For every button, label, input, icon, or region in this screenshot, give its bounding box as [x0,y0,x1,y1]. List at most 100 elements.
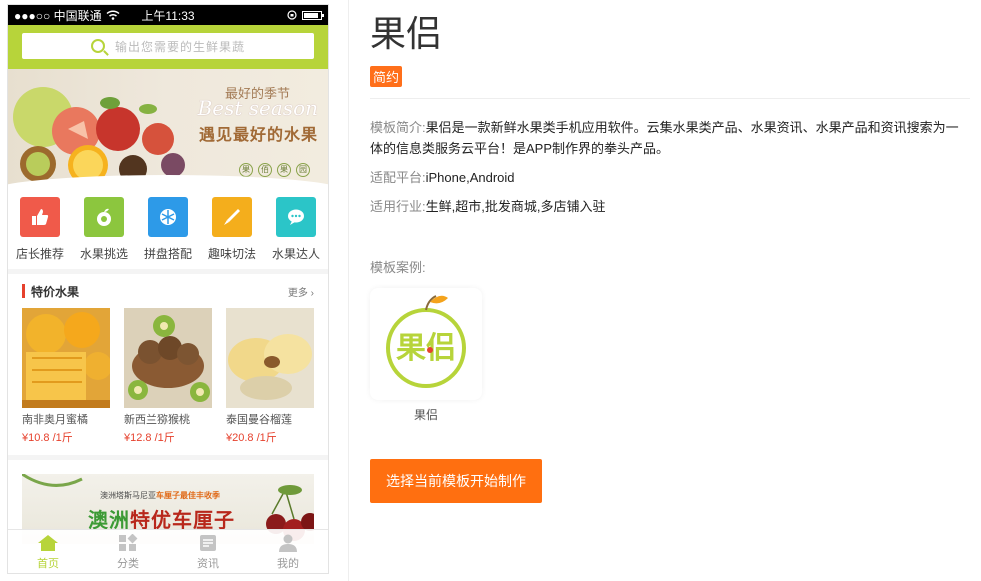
category-item[interactable]: 店长推荐 [10,197,70,269]
template-info: 模板简介:果侣是一款新鲜水果类手机应用软件。云集水果类产品、水果资讯、水果产品和… [370,117,970,217]
thumbs-up-icon [32,209,49,225]
product-card[interactable]: 泰国曼谷榴莲 ¥20.8 /1斤 [226,308,314,445]
section-title: 特价水果 [31,284,80,299]
product-name: 南非奥月蜜橘 [22,414,88,426]
tab-profile[interactable]: 我的 [248,530,328,573]
carrier-label: ●●●○○ 中国联通 [14,8,102,23]
home-icon [38,535,58,551]
product-name: 泰国曼谷榴莲 [226,414,292,426]
section-header: 特价水果 更多 › [8,274,328,308]
product-list: 南非奥月蜜橘 ¥10.8 /1斤 新西兰猕猴桃 ¥12.8 /1斤 泰国曼谷榴莲… [8,308,328,455]
product-card[interactable]: 南非奥月蜜橘 ¥10.8 /1斤 [22,308,110,445]
knife-icon [224,209,240,225]
tab-home[interactable]: 首页 [8,530,88,573]
rotation-lock-icon [287,10,297,20]
banner-slogan-english: Best season [197,96,318,120]
template-details: 果侣 简约 模板简介:果侣是一款新鲜水果类手机应用软件。云集水果类产品、水果资讯… [370,0,970,503]
category-label: 店长推荐 [15,247,64,261]
more-link-label: 更多 [287,287,308,299]
category-label: 水果达人 [271,247,320,261]
category-tile [212,197,252,237]
more-link[interactable]: 更多 › [288,284,314,299]
status-bar: ●●●○○ 中国联通 上午11:33 [8,5,328,25]
product-card[interactable]: 新西兰猕猴桃 ¥12.8 /1斤 [124,308,212,445]
promo-subtitle-text: 澳洲塔斯马尼亚 [100,491,156,500]
category-item[interactable]: 拼盘搭配 [138,197,198,269]
tab-label: 分类 [117,558,139,570]
use-template-button[interactable]: 选择当前模板开始制作 [370,459,542,503]
banner-badges: 果 佰 果 园 [239,163,310,177]
category-item[interactable]: 趣味切法 [202,197,262,269]
product-image [226,308,314,408]
bottom-tab-bar: 首页 分类 资讯 我的 [8,529,328,573]
durian-icon [228,334,312,400]
banner-slogan-main: 遇见最好的水果 [198,127,318,144]
search-placeholder: 输出您需要的生鲜果蔬 [114,39,245,54]
chevron-right-icon: › [310,287,314,299]
category-label: 水果挑选 [79,247,128,261]
user-icon [279,534,297,552]
industry-label: 适用行业: [370,199,426,214]
category-tile [84,197,124,237]
hero-banner[interactable]: 最好的季节 Best season 遇见最好的水果 果 佰 果 园 [8,69,328,187]
category-tile [148,197,188,237]
platform-value: iPhone,Android [425,170,515,185]
orange-icon [22,312,110,408]
tab-label: 首页 [37,558,59,570]
product-name: 新西兰猕猴桃 [124,414,190,426]
style-tag: 简约 [370,66,403,87]
category-nav: 店长推荐 水果挑选 拼盘搭配 趣味切法 水果达人 [8,187,328,269]
header-divider [370,98,970,99]
case-name: 果侣 [413,408,438,422]
tab-label: 资讯 [197,558,219,570]
tab-category[interactable]: 分类 [88,530,168,573]
special-offers-section: 特价水果 更多 › 南非奥月蜜橘 ¥10.8 /1斤 新西兰猕猴桃 ¥12.8 … [8,274,328,455]
promo-subtitle-highlight: 车厘子最佳丰收季 [156,491,220,500]
category-label: 趣味切法 [207,247,256,261]
document-icon [200,535,216,551]
case-item[interactable]: 果侣 果侣 [370,288,482,423]
app-preview-phone: ●●●○○ 中国联通 上午11:33 输出您需要的生鲜果蔬 最好的季节 Best… [7,4,329,574]
search-icon [90,39,105,53]
promo-subtitle: 澳洲塔斯马尼亚车厘子最佳丰收季 [100,490,220,501]
platform-label: 适配平台: [370,170,426,185]
kiwi-icon [128,315,210,402]
banner-badge: 果 [239,163,253,177]
fruit-illustration [13,87,185,185]
category-item[interactable]: 水果达人 [266,197,326,269]
citrus-slice-icon [160,209,176,225]
template-title: 果侣 [370,13,443,54]
grid-icon [119,534,138,551]
app-logo-text: 果侣 [396,331,456,366]
search-input[interactable]: 输出您需要的生鲜果蔬 [22,33,314,59]
chat-bubble-icon [288,209,304,225]
platform-row: 适配平台:iPhone,Android [370,167,970,188]
industry-value: 生鲜,超市,批发商城,多店铺入驻 [425,199,606,214]
case-app-logo: 果侣 [370,288,482,400]
category-item[interactable]: 水果挑选 [74,197,134,269]
banner-badge: 果 [277,163,291,177]
tab-news[interactable]: 资讯 [168,530,248,573]
product-price: ¥12.8 /1斤 [124,432,175,444]
intro-row: 模板简介:果侣是一款新鲜水果类手机应用软件。云集水果类产品、水果资讯、水果产品和… [370,117,970,159]
status-time: 上午11:33 [141,8,195,23]
case-label: 模板案例: [370,260,426,275]
intro-label: 模板简介: [370,120,426,135]
panel-divider [348,0,349,581]
battery-icon [302,10,324,20]
product-price: ¥10.8 /1斤 [22,432,73,444]
tab-label: 我的 [277,558,299,570]
category-label: 拼盘搭配 [143,247,192,261]
apple-icon [97,208,111,226]
banner-badge: 佰 [258,163,272,177]
product-image [124,308,212,408]
industry-row: 适用行业:生鲜,超市,批发商城,多店铺入驻 [370,196,970,217]
search-bar: 输出您需要的生鲜果蔬 [8,25,328,69]
category-tile [276,197,316,237]
product-image [22,308,110,408]
product-price: ¥20.8 /1斤 [226,432,277,444]
section-accent-bar [22,284,25,298]
wifi-icon [106,10,120,20]
intro-text: 果侣是一款新鲜水果类手机应用软件。云集水果类产品、水果资讯、水果产品和资讯搜索为… [370,120,959,156]
app-logo-icon: 果侣 [386,295,466,388]
